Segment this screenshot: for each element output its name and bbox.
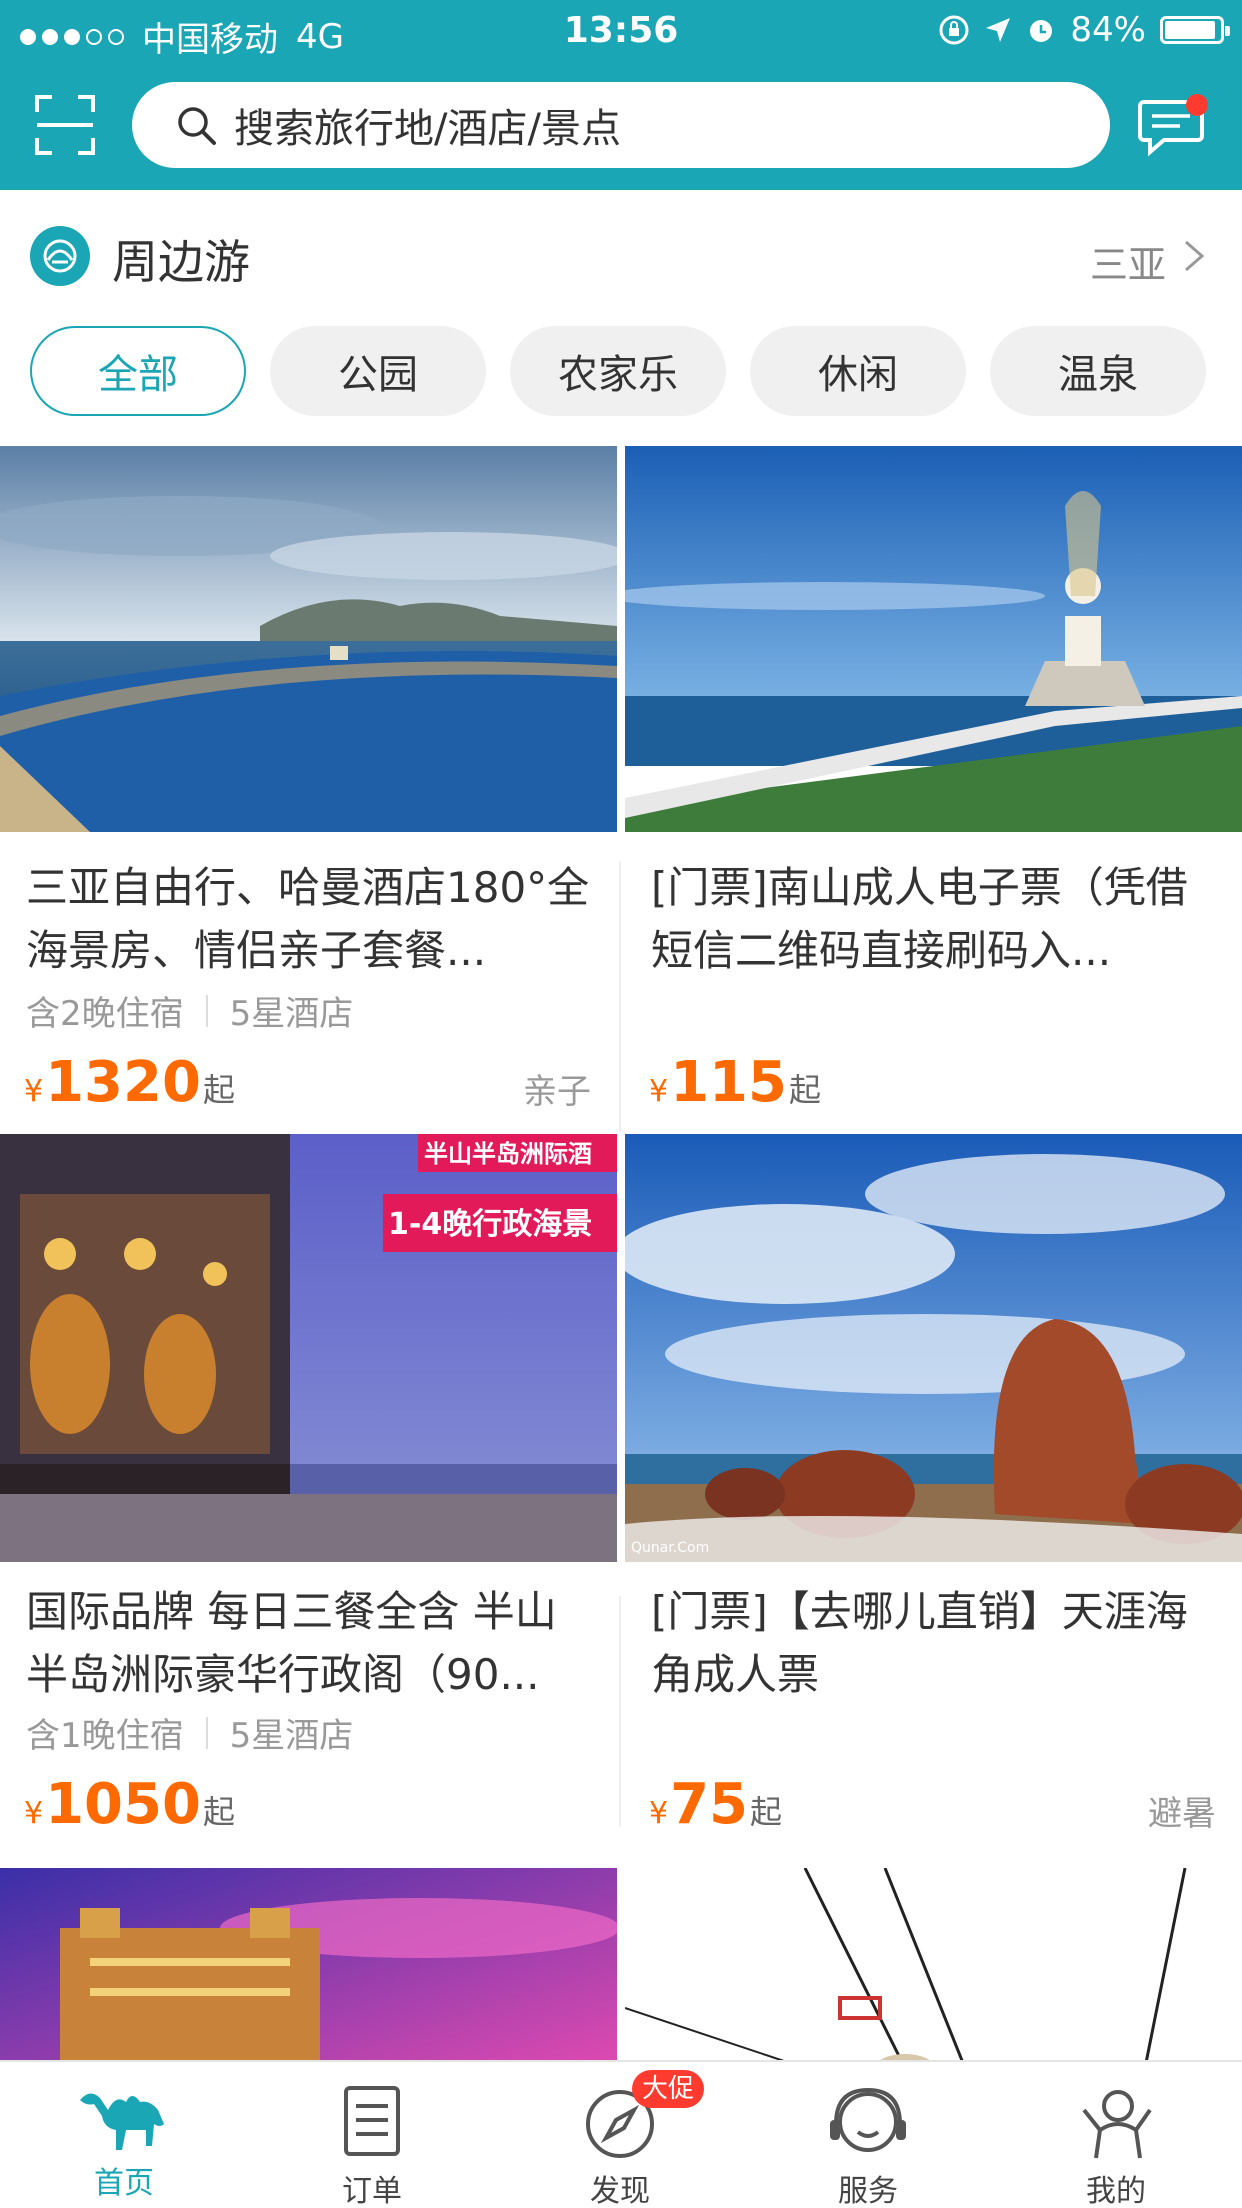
card-title[interactable]: 国际品牌 每日三餐全含 半山半岛洲际豪华行政阁（90...: [26, 1580, 596, 1706]
product-card[interactable]: [门票]南山成人电子票（凭借短信二维码直接刷码入... ¥ 115 起: [625, 446, 1242, 1134]
card-image-tianya-rocks[interactable]: Qunar.Com: [625, 1134, 1242, 1562]
product-card[interactable]: [0, 1868, 617, 2068]
alarm-icon: [1030, 20, 1053, 42]
camel-icon: [80, 2093, 164, 2150]
product-card[interactable]: [625, 1868, 1242, 2068]
chevron-right-icon[interactable]: [1182, 238, 1206, 274]
card-title[interactable]: 三亚自由行、哈曼酒店180°全海景房、情侣亲子套餐...: [26, 856, 596, 982]
tab-discover[interactable]: 大促 发现: [496, 2062, 744, 2208]
tab-label: 服务: [838, 2174, 898, 2208]
app-screen: 中国移动 4G 13:56 84% 搜索旅行地/酒店/景点 周边游 三亚 全部 …: [0, 0, 1242, 2208]
product-card[interactable]: Qunar.Com [门票]【去哪儿直销】天涯海角成人票 ¥ 75 起 避暑: [625, 1134, 1242, 1864]
card-image-guanyin-statue[interactable]: [625, 446, 1242, 832]
search-input[interactable]: 搜索旅行地/酒店/景点: [234, 96, 621, 154]
chip-hotspring[interactable]: 温泉: [990, 326, 1206, 416]
chip-farmstay[interactable]: 农家乐: [510, 326, 726, 416]
tab-orders[interactable]: 订单: [248, 2062, 496, 2208]
battery-percent: 84%: [1070, 10, 1146, 50]
status-bar: 中国移动 4G 13:56 84%: [0, 0, 1242, 60]
nearby-icon: [30, 226, 90, 286]
category-chips: 全部 公园 农家乐 休闲 温泉: [30, 326, 1206, 416]
chip-leisure[interactable]: 休闲: [750, 326, 966, 416]
scan-icon[interactable]: [34, 94, 96, 156]
bottom-tab-bar: 首页 订单 大促 发现 服务 我的: [0, 2060, 1242, 2208]
banner-promo: 1-4晚行政海景: [388, 1207, 592, 1242]
message-button[interactable]: [1136, 94, 1208, 160]
order-list-icon: [344, 2086, 400, 2156]
card-image-zipline[interactable]: [625, 1868, 1242, 2068]
tab-label: 首页: [94, 2166, 154, 2201]
card-meta: 含1晚住宿 5星酒店: [26, 1716, 354, 1756]
card-price: ¥ 1050 起: [24, 1772, 235, 1837]
card-tag: 避暑: [1148, 1794, 1216, 1834]
tab-service[interactable]: 服务: [744, 2062, 992, 2208]
chip-park[interactable]: 公园: [270, 326, 486, 416]
column-divider: [619, 1596, 621, 1826]
card-price: ¥ 115 起: [649, 1050, 822, 1115]
city-selector[interactable]: 三亚: [1090, 234, 1166, 289]
profile-icon: [1082, 2090, 1152, 2159]
card-image-beach-pavilion[interactable]: 半山半岛洲际酒 1-4晚行政海景: [0, 1134, 617, 1562]
card-title[interactable]: [门票]南山成人电子票（凭借短信二维码直接刷码入...: [651, 856, 1221, 982]
tab-home[interactable]: 首页: [0, 2062, 248, 2208]
card-price: ¥ 75 起: [649, 1772, 783, 1837]
tab-label: 我的: [1086, 2174, 1146, 2208]
promo-badge: 大促: [632, 2070, 705, 2108]
product-card[interactable]: 半山半岛洲际酒 1-4晚行政海景 国际品牌 每日三餐全含 半山半岛洲际豪华行政阁…: [0, 1134, 617, 1864]
headset-icon: [830, 2087, 906, 2152]
rotation-lock-icon: [939, 15, 969, 45]
card-image-castle-hotel[interactable]: [0, 1868, 617, 2068]
location-arrow-icon: [986, 18, 1011, 42]
tab-label: 发现: [590, 2174, 650, 2208]
header: 中国移动 4G 13:56 84% 搜索旅行地/酒店/景点: [0, 0, 1242, 190]
card-meta: 含2晚住宿 5星酒店: [26, 994, 354, 1034]
battery-icon: [1160, 16, 1230, 44]
tab-label: 订单: [342, 2174, 402, 2208]
search-bar[interactable]: 搜索旅行地/酒店/景点: [132, 82, 1110, 168]
search-icon: [178, 107, 216, 145]
card-tag: 亲子: [523, 1072, 591, 1112]
card-price: ¥ 1320 起: [24, 1050, 235, 1115]
image-watermark: Qunar.Com: [631, 1540, 709, 1556]
column-divider: [619, 862, 621, 1132]
tab-profile[interactable]: 我的: [992, 2062, 1240, 2208]
nearby-section: 周边游 三亚 全部 公园 农家乐 休闲 温泉: [0, 190, 1242, 446]
product-card[interactable]: 三亚自由行、哈曼酒店180°全海景房、情侣亲子套餐... 含2晚住宿 5星酒店 ¥…: [0, 446, 617, 1134]
card-title[interactable]: [门票]【去哪儿直销】天涯海角成人票: [651, 1580, 1221, 1706]
nearby-title: 周边游: [112, 235, 250, 289]
card-image-infinity-pool[interactable]: [0, 446, 617, 832]
unread-dot: [1186, 94, 1208, 116]
chip-all[interactable]: 全部: [30, 326, 246, 416]
banner-hotel-name: 半山半岛洲际酒: [424, 1140, 592, 1168]
